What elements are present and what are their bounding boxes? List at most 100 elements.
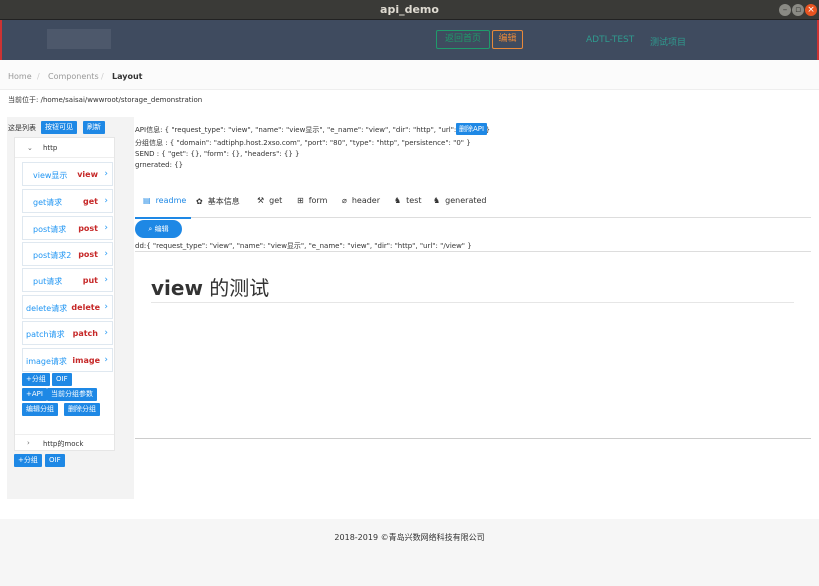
footer: 2018-2019 ©青岛兴数网络科技有限公司 xyxy=(0,519,819,586)
item-name: image请求 xyxy=(26,357,67,366)
chevron-right-icon: › xyxy=(27,439,30,447)
tab-label: readme xyxy=(155,196,187,205)
sidebar-item-post2[interactable]: post请求2 post › xyxy=(22,242,113,266)
item-method: put xyxy=(82,276,98,285)
top-navbar: 返回首页 编辑 ADTL-TEST 测试项目 xyxy=(0,20,819,60)
oif-button-2[interactable]: OIF xyxy=(45,454,65,467)
list-label: 这是列表 xyxy=(8,124,36,132)
breadcrumb-separator: / xyxy=(101,72,104,81)
tab-readme[interactable]: ▤ readme xyxy=(143,196,186,205)
tab-test[interactable]: ♞ test xyxy=(394,196,422,205)
breadcrumb-home[interactable]: Home xyxy=(8,72,32,81)
chevron-right-icon: › xyxy=(104,249,108,259)
footer-copyright: 2018-2019 ©青岛兴数网络科技有限公司 xyxy=(334,533,485,542)
item-name: delete请求 xyxy=(26,304,68,313)
window-titlebar: api_demo – ▫ × xyxy=(0,0,819,20)
chevron-right-icon: › xyxy=(104,355,108,365)
divider xyxy=(151,302,794,303)
sidebar-item-patch[interactable]: patch请求 patch › xyxy=(22,321,113,345)
close-icon[interactable]: × xyxy=(805,4,817,16)
generated-info: grnerated: {} xyxy=(135,161,184,169)
edit-readme-button[interactable]: ⌕ 编辑 xyxy=(135,220,182,238)
sidebar-item-image[interactable]: image请求 image › xyxy=(22,348,113,372)
tab-generated[interactable]: ♞ generated xyxy=(433,196,487,205)
sidebar-item-delete[interactable]: delete请求 delete › xyxy=(22,295,113,319)
sidebar-item-post[interactable]: post请求 post › xyxy=(22,216,113,240)
group-label: http xyxy=(43,144,58,152)
minimize-icon[interactable]: – xyxy=(779,4,791,16)
active-tab-indicator xyxy=(135,217,191,219)
edit-nav-button[interactable]: 编辑 xyxy=(492,30,523,49)
add-group-button-2[interactable]: +分组 xyxy=(14,454,42,467)
tools-icon: ⚒ xyxy=(257,196,265,205)
readme-heading: view 的测试 xyxy=(151,272,269,301)
tab-label: generated xyxy=(445,196,487,205)
sidebar-item-put[interactable]: put请求 put › xyxy=(22,268,113,292)
item-method: patch xyxy=(72,329,98,338)
tab-basic-info[interactable]: ✿ 基本信息 xyxy=(196,196,240,207)
tab-label: test xyxy=(406,196,422,205)
delete-api-button[interactable]: 删除API xyxy=(456,123,488,135)
item-name: get请求 xyxy=(33,198,63,207)
item-method: post xyxy=(78,250,98,259)
add-api-button[interactable]: +API xyxy=(22,388,47,401)
chevron-down-icon: ⌄ xyxy=(27,144,33,152)
item-name: post请求 xyxy=(33,225,67,234)
tab-form[interactable]: ⊞ form xyxy=(297,196,327,205)
back-home-button[interactable]: 返回首页 xyxy=(436,30,491,49)
tab-label: 基本信息 xyxy=(207,197,240,206)
group-info: 分组信息 : { "domain": "adtiphp.host.2xso.co… xyxy=(135,139,471,147)
breadcrumb: Home / Components / Layout xyxy=(0,60,819,90)
chevron-right-icon: › xyxy=(104,223,108,233)
grid-icon: ⊞ xyxy=(297,196,304,205)
group-header-mock[interactable]: › http的mock xyxy=(15,434,114,452)
breadcrumb-layout: Layout xyxy=(112,72,143,81)
item-method: delete xyxy=(71,303,100,312)
add-group-button[interactable]: +分组 xyxy=(22,373,50,386)
window-title: api_demo xyxy=(380,3,439,16)
chevron-right-icon: › xyxy=(104,196,108,206)
group-label: http的mock xyxy=(43,440,84,448)
sidebar-item-view[interactable]: view显示 view › xyxy=(22,162,113,186)
tab-get[interactable]: ⚒ get xyxy=(257,196,282,205)
chevron-right-icon: › xyxy=(104,275,108,285)
api-info: API信息: { "request_type": "view", "name":… xyxy=(135,126,491,134)
tab-label: get xyxy=(269,196,283,205)
breadcrumb-components[interactable]: Components xyxy=(48,72,99,81)
item-name: patch请求 xyxy=(26,330,65,339)
edit-label: 编辑 xyxy=(154,225,169,233)
chevron-right-icon: › xyxy=(104,169,108,179)
sidebar-item-get[interactable]: get请求 get › xyxy=(22,189,113,213)
group-params-button[interactable]: 当前分组参数 xyxy=(47,388,97,401)
cat-icon: ♞ xyxy=(433,196,441,205)
item-name: view显示 xyxy=(33,171,68,180)
delete-group-button[interactable]: 删除分组 xyxy=(64,403,100,416)
tab-header[interactable]: ⌀ header xyxy=(342,196,380,205)
maximize-icon[interactable]: ▫ xyxy=(792,4,804,16)
visible-toggle-button[interactable]: 按钮可见 xyxy=(41,121,77,134)
doc-icon: ▤ xyxy=(143,196,151,205)
logo[interactable] xyxy=(47,29,111,49)
send-info: SEND : { "get": {}, "form": {}, "headers… xyxy=(135,150,300,158)
item-method: get xyxy=(83,197,98,206)
oif-button[interactable]: OIF xyxy=(52,373,72,386)
group-header-http[interactable]: ⌄ http xyxy=(15,138,114,158)
tab-label: form xyxy=(308,196,328,205)
cat-icon: ♞ xyxy=(394,196,402,205)
heading-bold: view xyxy=(151,276,203,300)
tab-bar: ▤ readme ✿ 基本信息 ⚒ get ⊞ form ⌀ header ♞ test ♞… xyxy=(135,192,811,218)
breadcrumb-separator: / xyxy=(37,72,40,81)
chevron-right-icon: › xyxy=(104,328,108,338)
tab-label: header xyxy=(351,196,381,205)
info-icon: ✿ xyxy=(196,197,203,206)
item-method: view xyxy=(77,170,98,179)
item-name: post请求2 xyxy=(33,251,72,260)
refresh-button[interactable]: 刷新 xyxy=(83,121,105,134)
item-method: post xyxy=(78,224,98,233)
current-path: 当前位于: /home/saisai/wwwroot/storage_demon… xyxy=(8,96,203,104)
heading-rest: 的测试 xyxy=(202,276,270,300)
nav-link-test-project[interactable]: 测试项目 xyxy=(650,35,686,48)
nav-link-adtl-test[interactable]: ADTL-TEST xyxy=(586,35,634,45)
chevron-right-icon: › xyxy=(104,302,108,312)
edit-group-button[interactable]: 编辑分组 xyxy=(22,403,58,416)
